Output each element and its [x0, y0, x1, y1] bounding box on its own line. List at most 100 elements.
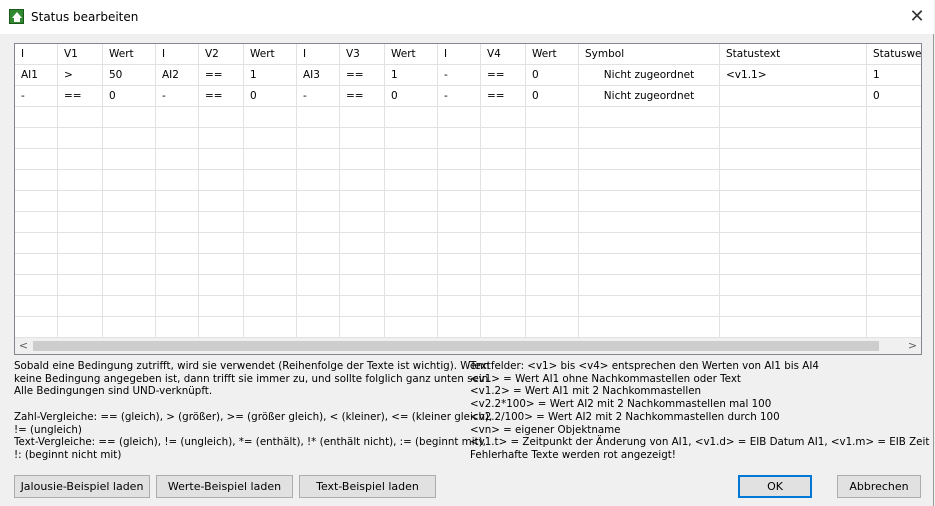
grid-cell[interactable]: [15, 128, 58, 149]
grid-cell[interactable]: [385, 254, 438, 275]
grid-cell[interactable]: [720, 191, 867, 212]
grid-cell[interactable]: [15, 296, 58, 317]
grid-cell[interactable]: [340, 107, 385, 128]
grid-cell[interactable]: [385, 317, 438, 338]
grid-cell[interactable]: 1: [385, 65, 438, 86]
grid-cell[interactable]: [199, 149, 244, 170]
column-header[interactable]: V3: [340, 44, 385, 65]
grid-cell[interactable]: [720, 254, 867, 275]
grid-cell[interactable]: [199, 212, 244, 233]
grid-cell[interactable]: [199, 128, 244, 149]
grid-cell[interactable]: [867, 212, 921, 233]
grid-cell[interactable]: [156, 191, 199, 212]
grid-cell[interactable]: [103, 254, 156, 275]
grid-cell[interactable]: [244, 149, 297, 170]
title-bar[interactable]: Status bearbeiten ✕: [0, 0, 934, 34]
grid-cell[interactable]: [15, 149, 58, 170]
grid-cell[interactable]: [481, 254, 526, 275]
grid-cell[interactable]: [481, 107, 526, 128]
grid-cell[interactable]: [199, 254, 244, 275]
grid-cell[interactable]: [720, 149, 867, 170]
grid-cell[interactable]: [385, 212, 438, 233]
grid-cell[interactable]: [244, 275, 297, 296]
grid-cell[interactable]: [156, 317, 199, 338]
grid-cell[interactable]: 0: [385, 86, 438, 107]
column-header[interactable]: V1: [58, 44, 103, 65]
grid-cell[interactable]: 50: [103, 65, 156, 86]
column-header[interactable]: I: [15, 44, 58, 65]
grid-cell[interactable]: [526, 317, 579, 338]
grid-cell[interactable]: [199, 275, 244, 296]
grid-cell[interactable]: [58, 296, 103, 317]
grid-cell[interactable]: [481, 191, 526, 212]
grid-cell[interactable]: 0: [526, 86, 579, 107]
grid-cell[interactable]: [579, 107, 720, 128]
table-row[interactable]: [15, 212, 921, 233]
grid-cell[interactable]: [15, 275, 58, 296]
grid-cell[interactable]: [720, 212, 867, 233]
grid-cell[interactable]: [579, 296, 720, 317]
grid-cell[interactable]: 1: [867, 65, 921, 86]
grid-cell[interactable]: AI1: [15, 65, 58, 86]
grid-cell[interactable]: [156, 212, 199, 233]
grid-cell[interactable]: 1: [244, 65, 297, 86]
grid-cell[interactable]: -: [438, 86, 481, 107]
grid-cell[interactable]: ==: [340, 65, 385, 86]
grid-cell[interactable]: [867, 149, 921, 170]
load-jalousie-example-button[interactable]: Jalousie-Beispiel laden: [14, 475, 150, 498]
close-icon[interactable]: ✕: [902, 4, 932, 30]
grid-cell[interactable]: -: [438, 65, 481, 86]
grid-cell[interactable]: [156, 149, 199, 170]
table-row[interactable]: [15, 317, 921, 338]
grid-cell[interactable]: [156, 233, 199, 254]
grid-cell[interactable]: [340, 149, 385, 170]
grid-cell[interactable]: [579, 128, 720, 149]
grid-cell[interactable]: [340, 317, 385, 338]
grid-cell[interactable]: [199, 170, 244, 191]
table-row[interactable]: [15, 254, 921, 275]
grid-cell[interactable]: [867, 275, 921, 296]
grid-cell[interactable]: [297, 317, 340, 338]
grid-cell[interactable]: [438, 296, 481, 317]
table-row[interactable]: - == 0- == 0- == 0- == 0 Nicht zugeordnet 0: [15, 86, 921, 107]
grid-cell[interactable]: [103, 170, 156, 191]
grid-cell[interactable]: [526, 275, 579, 296]
grid-cell[interactable]: [156, 170, 199, 191]
table-row[interactable]: [15, 170, 921, 191]
grid-cell[interactable]: [103, 296, 156, 317]
grid-cell[interactable]: [867, 317, 921, 338]
grid-cell[interactable]: [385, 296, 438, 317]
table-row[interactable]: [15, 296, 921, 317]
table-row[interactable]: [15, 107, 921, 128]
table-row[interactable]: [15, 128, 921, 149]
grid-cell[interactable]: [156, 128, 199, 149]
grid-cell[interactable]: [58, 233, 103, 254]
grid-cell[interactable]: [58, 149, 103, 170]
grid-cell[interactable]: 0: [526, 65, 579, 86]
grid-cell[interactable]: [103, 275, 156, 296]
grid-cell[interactable]: [481, 275, 526, 296]
grid-cell[interactable]: [297, 107, 340, 128]
grid-cell[interactable]: [720, 128, 867, 149]
grid-cell[interactable]: -: [297, 86, 340, 107]
grid-cell[interactable]: [244, 296, 297, 317]
grid-cell[interactable]: [867, 233, 921, 254]
grid-cell[interactable]: ==: [199, 65, 244, 86]
grid-cell[interactable]: [156, 254, 199, 275]
grid-cell[interactable]: [15, 107, 58, 128]
column-header[interactable]: V4: [481, 44, 526, 65]
grid-cell[interactable]: [103, 317, 156, 338]
grid-cell[interactable]: [244, 107, 297, 128]
grid-cell[interactable]: [244, 212, 297, 233]
grid-cell[interactable]: [156, 275, 199, 296]
grid-cell[interactable]: [340, 128, 385, 149]
grid-cell[interactable]: AI3: [297, 65, 340, 86]
grid-cell[interactable]: [526, 296, 579, 317]
grid-cell[interactable]: [340, 275, 385, 296]
column-header[interactable]: I: [297, 44, 340, 65]
status-grid[interactable]: I V1 Wert I V2 Wert I V3 Wert I V4 Wert Symbol Status…: [14, 43, 922, 355]
grid-cell[interactable]: [481, 170, 526, 191]
grid-cell[interactable]: [867, 191, 921, 212]
grid-cell[interactable]: [481, 212, 526, 233]
grid-cell[interactable]: [340, 233, 385, 254]
